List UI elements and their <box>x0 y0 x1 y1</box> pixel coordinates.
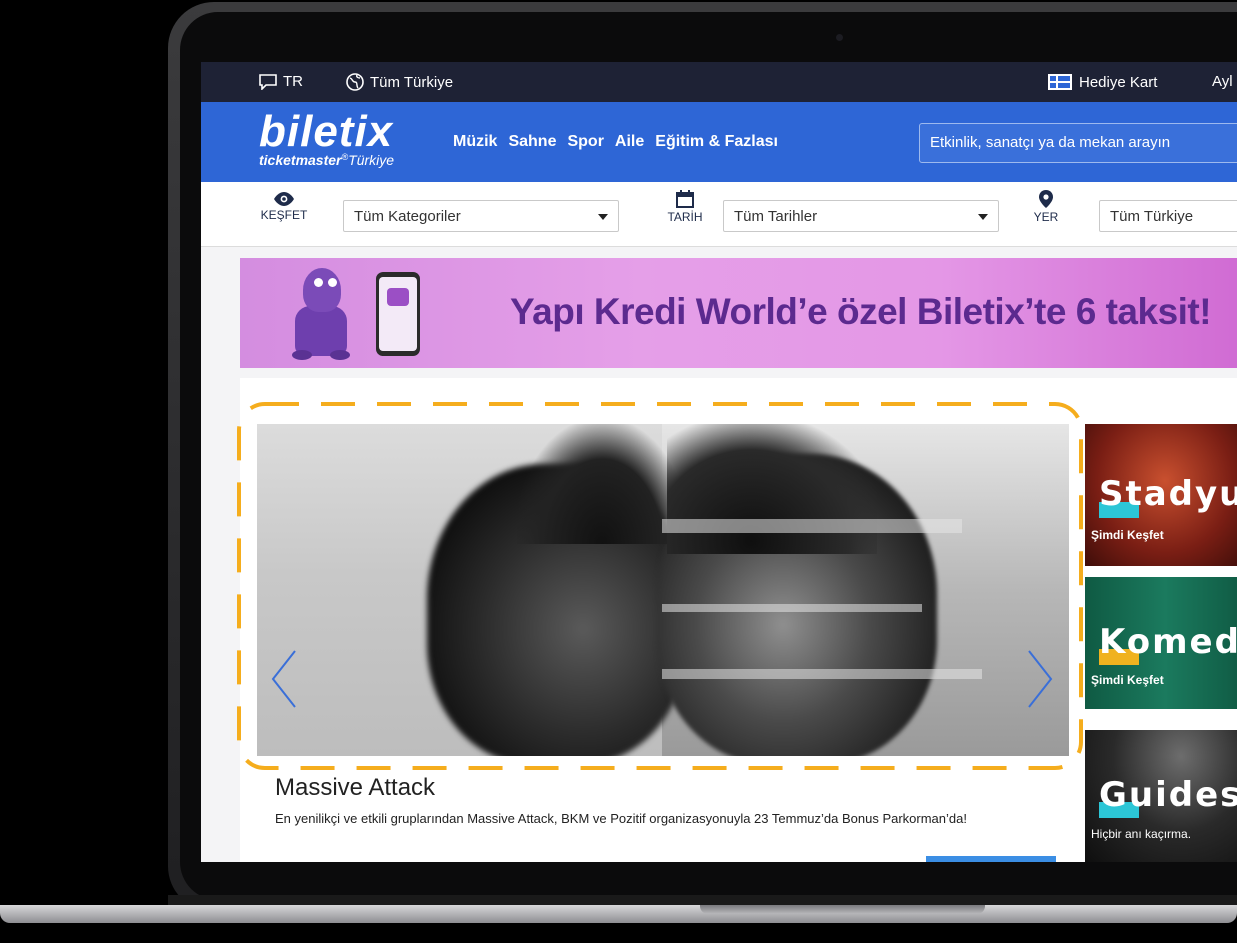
logo-sub-region: Türkiye <box>348 152 395 168</box>
main-nav: Müzik Sahne Spor Aile Eğitim & Fazlası <box>453 133 778 151</box>
eye-icon <box>274 192 294 206</box>
promo-stadyum[interactable]: Stadyum Şimdi Keşfet <box>1085 424 1237 566</box>
nav-item-muzik[interactable]: Müzik <box>453 133 497 151</box>
nav-item-egitim[interactable]: Eğitim & Fazlası <box>655 133 778 151</box>
banner-text: Yapı Kredi World’e özel Biletix’te 6 tak… <box>510 291 1212 332</box>
category-select[interactable]: Tüm Kategoriler <box>343 200 619 232</box>
mascot-foot <box>330 350 350 360</box>
date-select[interactable]: Tüm Tarihler <box>723 200 999 232</box>
promo-title: Guides <box>1099 775 1237 815</box>
promo-subtitle: Şimdi Keşfet <box>1091 673 1164 687</box>
promo-title: Komedi <box>1099 622 1237 662</box>
promo-subtitle: Şimdi Keşfet <box>1091 528 1164 542</box>
event-cta-button[interactable] <box>926 856 1056 862</box>
laptop-notch <box>700 905 985 914</box>
chevron-down-icon <box>598 214 608 220</box>
chevron-down-icon <box>978 214 988 220</box>
mascot-eye <box>314 278 323 287</box>
place-label: YER <box>1033 210 1059 224</box>
biletix-logo[interactable]: biletix ticketmaster®Türkiye <box>259 107 395 169</box>
logo-subline: ticketmaster®Türkiye <box>259 152 395 168</box>
discover-button[interactable]: KEŞFET <box>259 192 309 222</box>
gift-card-icon <box>1048 74 1072 90</box>
promo-banner[interactable]: Yapı Kredi World’e özel Biletix’te 6 tak… <box>240 258 1237 368</box>
phone-badge <box>387 288 409 306</box>
laptop-base <box>0 905 1237 923</box>
date-filter-icon[interactable]: TARİH <box>660 190 710 224</box>
event-title[interactable]: Massive Attack <box>275 774 435 802</box>
date-value: Tüm Tarihler <box>734 208 818 225</box>
logo-wordmark: biletix <box>259 107 394 156</box>
mascot-foot <box>292 350 312 360</box>
filter-bar: KEŞFET Tüm Kategoriler TARİH Tüm Tarihle… <box>201 182 1237 247</box>
logo-sub-brand: ticketmaster <box>259 152 342 168</box>
nav-item-aile[interactable]: Aile <box>615 133 644 151</box>
place-select[interactable]: Tüm Türkiye <box>1099 200 1237 232</box>
region-selector[interactable]: Tüm Türkiye <box>346 73 453 91</box>
event-description: En yenilikçi ve etkili gruplarından Mass… <box>275 811 967 826</box>
globe-icon <box>346 73 364 91</box>
promo-guides[interactable]: Guides Hiçbir anı kaçırma. <box>1085 730 1237 862</box>
nav-item-sahne[interactable]: Sahne <box>508 133 556 151</box>
search-input[interactable] <box>920 124 1237 161</box>
search-box <box>919 123 1237 163</box>
category-value: Tüm Kategoriler <box>354 208 461 225</box>
account-label: Ayl <box>1212 73 1233 90</box>
mascot-eye <box>328 278 337 287</box>
date-label: TARİH <box>667 210 703 224</box>
chat-bubble-icon <box>259 73 277 90</box>
mascot-body <box>295 306 347 356</box>
language-selector[interactable]: TR <box>259 73 303 90</box>
place-filter-icon[interactable]: YER <box>1031 190 1061 224</box>
promo-subtitle: Hiçbir anı kaçırma. <box>1091 827 1192 841</box>
nav-item-spor[interactable]: Spor <box>567 133 603 151</box>
region-label: Tüm Türkiye <box>370 73 454 91</box>
promo-title: Stadyum <box>1099 474 1237 514</box>
utility-bar: TR Tüm Türkiye Hediye Kart Ayl <box>201 62 1237 102</box>
location-pin-icon <box>1039 190 1053 208</box>
language-label: TR <box>283 73 303 90</box>
calendar-icon <box>676 190 694 208</box>
webcam <box>836 34 843 41</box>
gift-card-label: Hediye Kart <box>1079 73 1158 91</box>
main-header: biletix ticketmaster®Türkiye Müzik Sahne… <box>201 102 1237 182</box>
focus-highlight <box>237 402 1083 770</box>
place-value: Tüm Türkiye <box>1110 208 1194 225</box>
mascot-head <box>303 268 341 312</box>
discover-label: KEŞFET <box>260 208 308 222</box>
account-link[interactable]: Ayl <box>1212 73 1233 90</box>
promo-komedi[interactable]: Komedi Şimdi Keşfet <box>1085 577 1237 709</box>
gift-card-link[interactable]: Hediye Kart <box>1047 73 1157 91</box>
